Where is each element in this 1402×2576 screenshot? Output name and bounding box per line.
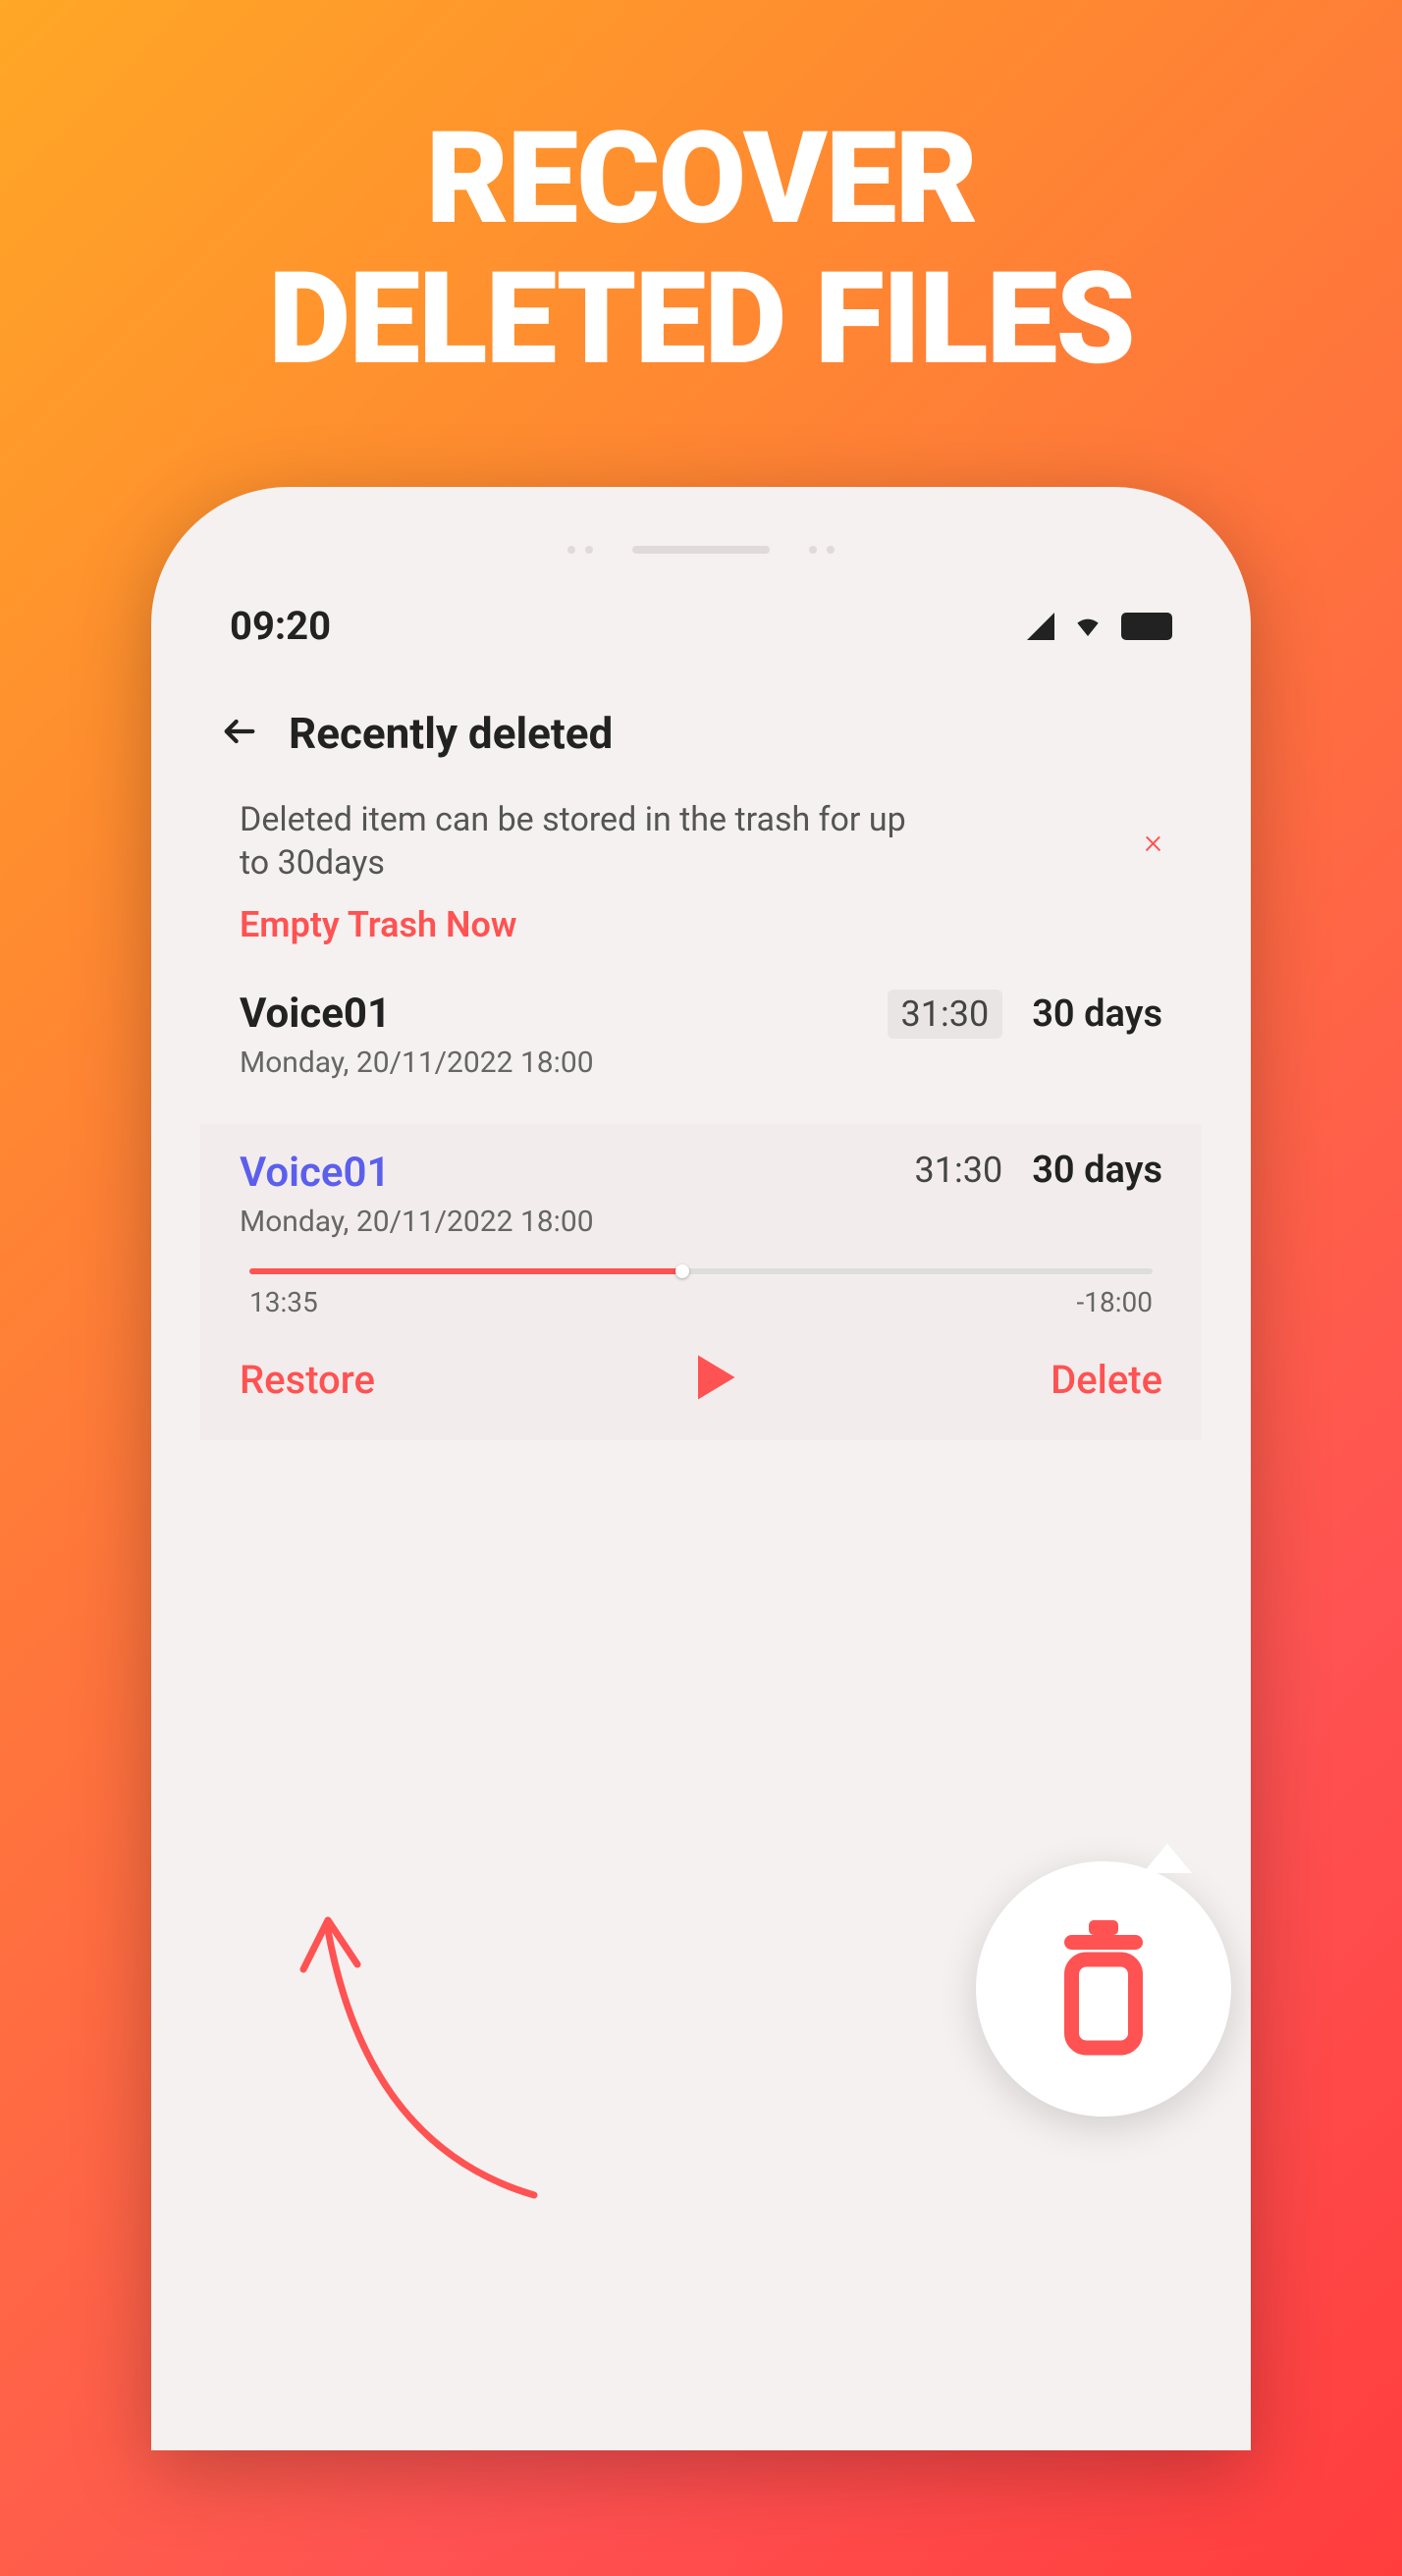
item-days-remaining: 30 days (1032, 993, 1162, 1036)
status-time: 09:20 (230, 603, 331, 649)
trash-bubble (976, 1861, 1231, 2117)
item-title: Voice01 (240, 1149, 594, 1197)
curve-arrow-icon (279, 1871, 593, 2205)
page-title: Recently deleted (289, 708, 613, 759)
playback-progress-slider[interactable] (249, 1268, 1153, 1274)
phone-mockup: 09:20 Recently deleted Deleted (151, 487, 1251, 2450)
remaining-time: -18:00 (1077, 1286, 1153, 1318)
app-header: Recently deleted (200, 708, 1202, 759)
back-arrow-icon[interactable] (220, 712, 259, 755)
phone-notch (200, 546, 1202, 554)
signal-icon (1027, 613, 1054, 640)
close-icon[interactable]: × (1144, 821, 1162, 862)
item-days-remaining: 30 days (1032, 1149, 1162, 1192)
item-duration-badge: 31:30 (888, 990, 1003, 1039)
elapsed-time: 13:35 (249, 1286, 318, 1318)
trash-icon (1045, 1920, 1162, 2058)
restore-button[interactable]: Restore (240, 1357, 375, 1403)
item-duration: 31:30 (915, 1150, 1003, 1191)
notice-text: Deleted item can be stored in the trash … (240, 798, 927, 885)
item-date: Monday, 20/11/2022 18:00 (240, 1046, 594, 1080)
promo-headline: RECOVER DELETED FILES (268, 108, 1134, 389)
battery-icon (1121, 613, 1172, 640)
delete-button[interactable]: Delete (1051, 1357, 1162, 1403)
progress-thumb[interactable] (675, 1264, 689, 1278)
deleted-item-expanded: Voice01 Monday, 20/11/2022 18:00 31:30 3… (200, 1124, 1202, 1440)
item-title: Voice01 (240, 990, 594, 1038)
wifi-icon (1072, 613, 1104, 640)
play-icon[interactable] (683, 1348, 742, 1411)
empty-trash-button[interactable]: Empty Trash Now (200, 904, 1202, 945)
deleted-item[interactable]: Voice01 Monday, 20/11/2022 18:00 31:30 3… (200, 965, 1202, 1104)
notice-bar: Deleted item can be stored in the trash … (200, 798, 1202, 885)
status-bar: 09:20 (200, 603, 1202, 649)
item-date: Monday, 20/11/2022 18:00 (240, 1205, 594, 1239)
